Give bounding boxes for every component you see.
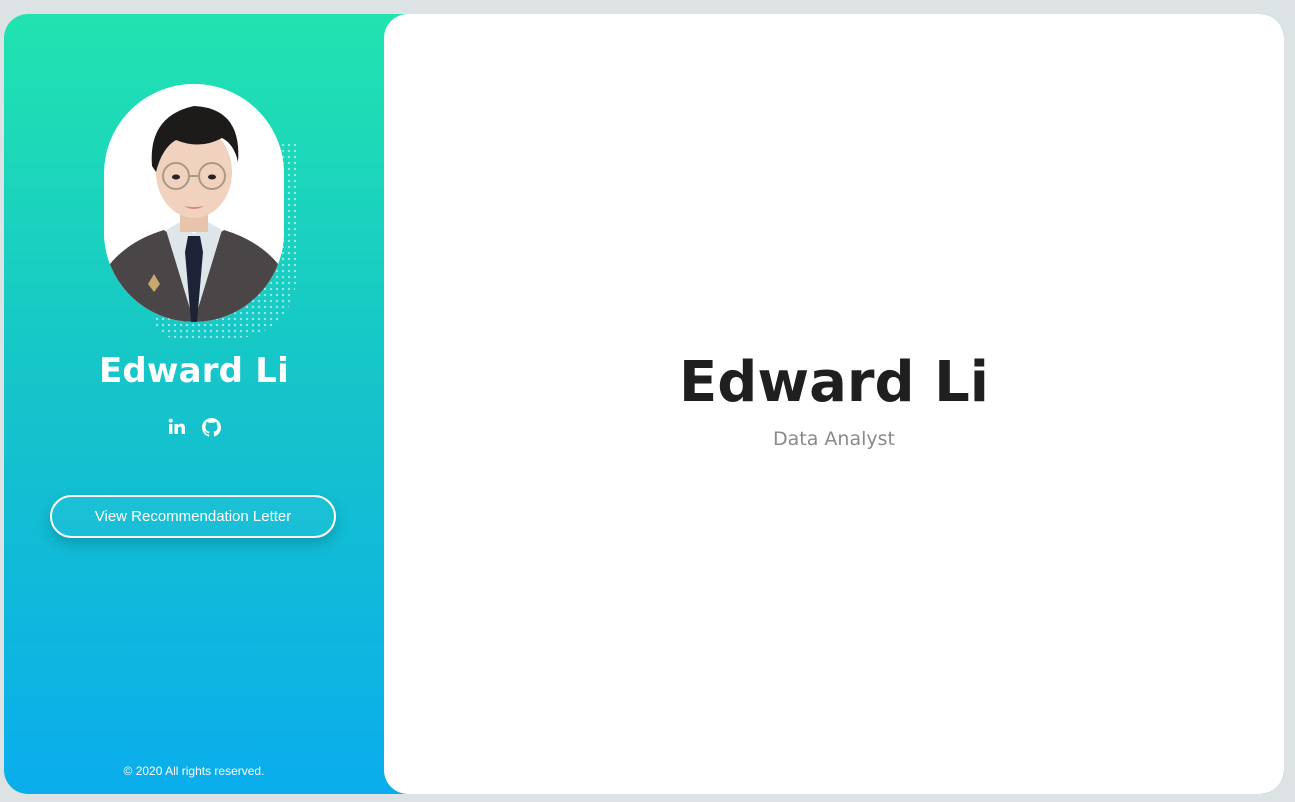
- copyright-text: © 2020 All rights reserved.: [123, 764, 265, 778]
- linkedin-icon: [168, 418, 185, 434]
- social-links: [4, 417, 384, 437]
- github-link[interactable]: [201, 417, 221, 437]
- sidebar-name: Edward Li: [99, 351, 289, 391]
- linkedin-link[interactable]: [167, 417, 187, 437]
- sidebar: Edward Li View Recommendation Letter © 2…: [4, 14, 384, 794]
- main-panel: Edward Li Data Analyst: [384, 14, 1284, 794]
- profile-card: Edward Li View Recommendation Letter © 2…: [4, 14, 1284, 794]
- view-recommendation-letter-button[interactable]: View Recommendation Letter: [50, 495, 336, 538]
- page-title: Edward Li: [679, 350, 989, 415]
- job-title: Data Analyst: [773, 428, 895, 450]
- avatar-photo: [104, 84, 284, 322]
- avatar: [104, 84, 284, 322]
- github-icon: [201, 417, 221, 437]
